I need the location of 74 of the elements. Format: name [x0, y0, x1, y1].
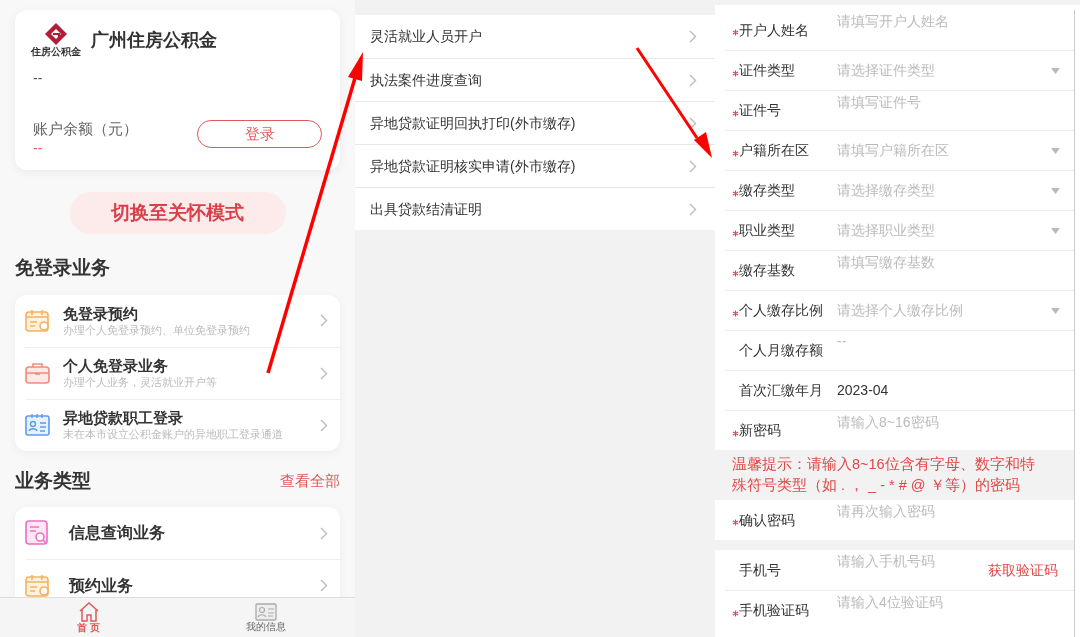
briefcase-icon — [25, 361, 51, 385]
menu-item-label: 异地贷款证明回执打印(外市缴存) — [370, 113, 577, 133]
service-subtitle: 办理个人业务，灵活就业开户等 — [63, 375, 218, 390]
field-label: 首次汇缴年月 — [739, 381, 823, 400]
field-label: 户籍所在区 — [739, 141, 809, 160]
field-label: 缴存类型 — [739, 181, 795, 200]
service-item[interactable]: 免登录预约 办理个人免登录预约、单位免登录预约 — [25, 294, 340, 347]
chevron-icon — [689, 202, 697, 216]
chevron-icon — [689, 73, 697, 87]
field-label: 手机验证码 — [739, 601, 809, 620]
menu-item-label: 灵活就业人员开户 — [370, 27, 483, 46]
caret-icon — [1051, 67, 1060, 74]
chevron-icon — [689, 116, 697, 130]
chevron-icon — [689, 159, 697, 173]
caret-icon — [1051, 147, 1060, 154]
balance-value: -- — [33, 140, 43, 156]
chevron-icon — [320, 314, 328, 327]
chevron-icon — [320, 366, 328, 380]
business-item[interactable]: 信息查询业务 — [25, 507, 340, 559]
get-code-button[interactable]: 获取验证码 — [988, 559, 1058, 581]
service-title: 个人免登录业务 — [63, 356, 169, 375]
service-subtitle: 办理个人免登录预约、单位免登录预约 — [63, 322, 251, 338]
text-field[interactable]: 请填写证件号 — [837, 91, 1074, 113]
field-value: -- — [837, 332, 847, 351]
service-item[interactable]: 个人免登录业务 办理个人业务，灵活就业开户等 — [25, 346, 340, 399]
menu-item[interactable]: 灵活就业人员开户 — [355, 15, 715, 58]
section-title: 业务类型 — [15, 468, 91, 493]
text-field[interactable]: 请输入手机号码 — [837, 550, 988, 572]
field-label: 手机号 — [739, 560, 781, 580]
menu-item-label: 执法案件进度查询 — [370, 70, 483, 90]
account-number: -- — [33, 69, 43, 88]
service-title: 免登录预约 — [63, 303, 139, 323]
field-label: 证件号 — [739, 101, 781, 120]
field-label: 新密码 — [739, 421, 781, 440]
field-label: 证件类型 — [739, 61, 795, 80]
field-label: 职业类型 — [739, 221, 795, 240]
caret-icon — [1051, 227, 1060, 234]
app-title: 广州住房公积金 — [91, 28, 217, 52]
field-label: 确认密码 — [739, 510, 795, 530]
home-icon — [77, 601, 100, 622]
logo-icon — [43, 22, 69, 46]
field-label: 开户人姓名 — [739, 20, 809, 40]
caret-icon — [1051, 187, 1060, 194]
text-field[interactable]: 请再次输入密码 — [837, 500, 1074, 522]
business-title: 预约业务 — [69, 575, 134, 596]
balance-label: 账户余额（元） — [33, 118, 138, 139]
field-label: 缴存基数 — [739, 261, 795, 280]
text-field[interactable]: 请填写开户人姓名 — [837, 10, 1074, 32]
id-card-icon — [25, 413, 51, 437]
chevron-icon — [320, 526, 328, 540]
field-value: 2023-04 — [837, 381, 889, 400]
logo-text: 住房公积金 — [31, 46, 81, 58]
chevron-icon — [320, 418, 328, 432]
text-field[interactable]: 请填写缴存基数 — [837, 251, 1074, 273]
tab-bar-item[interactable]: 首 页 — [0, 598, 178, 637]
caret-icon — [1051, 307, 1060, 314]
field-label: 个人月缴存额 — [739, 341, 823, 360]
document-search-icon — [25, 520, 51, 546]
service-title: 异地贷款职工登录 — [63, 408, 184, 427]
text-field[interactable]: 请输入4位验证码 — [837, 591, 1074, 613]
menu-item-label: 出具贷款结清证明 — [370, 199, 483, 219]
chevron-icon — [320, 579, 328, 592]
section-title: 免登录业务 — [15, 257, 110, 278]
menu-item-label: 异地贷款证明核实申请(外市缴存) — [370, 156, 577, 176]
tab-bar-item[interactable]: 我的信息 — [177, 598, 355, 637]
field-label: 个人缴存比例 — [739, 301, 823, 320]
calendar-icon — [25, 308, 51, 333]
profile-card-icon — [255, 602, 278, 621]
password-tip: 温馨提示：请输入8~16位含有字母、数字和特殊符号类型（如 . ， _ - * # @ ￥等）的密码 — [715, 450, 1074, 500]
view-all-link[interactable]: 查看全部 — [280, 469, 340, 492]
business-title: 信息查询业务 — [69, 523, 166, 543]
text-field[interactable]: 请输入8~16密码 — [837, 411, 1074, 433]
chevron-icon — [689, 30, 697, 43]
care-mode-button[interactable]: 切换至关怀模式 — [69, 192, 286, 234]
